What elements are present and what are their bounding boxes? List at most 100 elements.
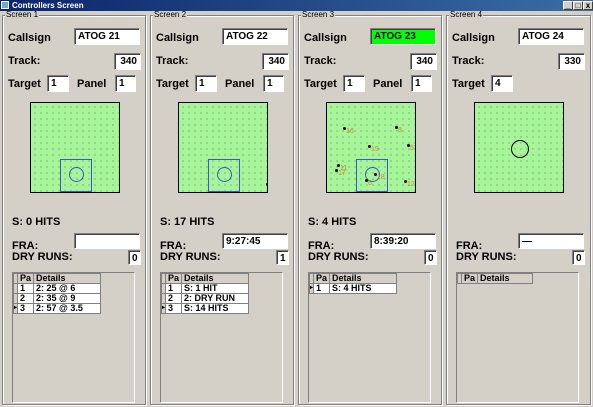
column-header-pa[interactable]: Pa (460, 273, 479, 284)
column-header-details[interactable]: Details (477, 273, 534, 284)
impact-label: 16 (346, 128, 354, 135)
row-details: 2: 35 @ 9 (33, 293, 102, 304)
column-header-pa[interactable]: Pa (17, 273, 35, 284)
table-row[interactable]: ▸ 1 S: 4 HITS (308, 283, 398, 294)
hits-summary: S: 17 HITS (160, 216, 215, 228)
row-indicator: ▸ (308, 283, 315, 294)
row-pa: 1 (17, 283, 35, 294)
target-label: Target (304, 78, 337, 90)
target-field[interactable]: 1 (343, 75, 365, 92)
hits-summary: S: 0 HITS (12, 216, 61, 228)
impact-label: 8 (398, 127, 402, 134)
impact-label: 17 (338, 170, 346, 177)
row-details: 2: 57 @ 3.5 (33, 303, 102, 314)
track-label: Track: (304, 55, 337, 67)
callsign-field[interactable]: ATOG 21 (74, 28, 140, 45)
dry-runs-label: DRY RUNS: (308, 251, 369, 263)
row-pa: 1 (313, 283, 331, 294)
dry-runs-field[interactable]: 0 (424, 250, 437, 265)
table-row[interactable]: 2 2: 35 @ 9 (12, 293, 102, 304)
panel-field[interactable]: 1 (115, 75, 136, 92)
track-label: Track: (156, 55, 189, 67)
bullseye-circle (217, 167, 232, 182)
impact-label: 6 (368, 180, 372, 187)
screen-panel-4: Screen 4 Callsign ATOG 24 Track: 330 Target 4 F… (446, 11, 591, 405)
callsign-label: Callsign (156, 32, 199, 44)
column-header-pa[interactable]: Pa (313, 273, 331, 284)
target-map[interactable]: 20 (178, 102, 268, 193)
row-details: 2: DRY RUN (181, 293, 250, 304)
table-row[interactable]: 1 S: 1 HIT (160, 283, 250, 294)
target-field[interactable]: 1 (195, 75, 217, 92)
target-map[interactable] (30, 102, 120, 193)
row-pa: 1 (165, 283, 183, 294)
target-map[interactable] (474, 102, 564, 193)
table-row[interactable]: ▸ 3 2: 57 @ 3.5 (12, 303, 102, 314)
panel-field[interactable]: 1 (411, 75, 432, 92)
panel-field[interactable]: 1 (263, 75, 284, 92)
dry-runs-label: DRY RUNS: (456, 251, 517, 263)
dry-runs-field[interactable]: 1 (276, 250, 289, 265)
impact-label: 12 (407, 181, 415, 188)
details-grid[interactable]: Pa Details 1 S: 1 HIT 2 2: DRY RUN ▸ 3 S: 14 HIT… (160, 272, 283, 403)
impact-label: 19 (371, 146, 379, 153)
window-titlebar[interactable]: Controllers Screen _ □ x (0, 0, 593, 11)
table-row[interactable]: 2 2: DRY RUN (160, 293, 250, 304)
target-label: Target (8, 78, 41, 90)
target-field[interactable]: 1 (47, 75, 69, 92)
controllers-client-area: Screen 1 Callsign ATOG 21 Track: 340 Target 1 P… (0, 11, 593, 407)
screen-panel-1: Screen 1 Callsign ATOG 21 Track: 340 Target 1 P… (2, 11, 146, 405)
screen-legend: Screen 2 (153, 10, 188, 19)
target-field[interactable]: 4 (491, 75, 513, 92)
row-pa: 3 (165, 303, 183, 314)
row-details: 2: 25 @ 6 (33, 283, 102, 294)
callsign-label: Callsign (8, 32, 51, 44)
details-grid[interactable]: Pa Details 1 2: 25 @ 6 2 2: 35 @ 9 ▸ 3 2: 57 @ 3… (12, 272, 135, 403)
row-details: S: 14 HITS (181, 303, 250, 314)
track-field[interactable]: 340 (114, 53, 141, 70)
current-row-arrow-icon: ▸ (14, 305, 18, 311)
callsign-label: Callsign (304, 32, 347, 44)
column-header-pa[interactable]: Pa (165, 273, 183, 284)
impact-dot (266, 183, 267, 186)
callsign-field[interactable]: ATOG 24 (518, 28, 584, 45)
screen-panel-3: Screen 3 Callsign ATOG 23 Track: 340 Target 1 P… (298, 11, 442, 405)
details-grid[interactable]: Pa Details (456, 272, 579, 403)
track-field[interactable]: 340 (262, 53, 289, 70)
table-row[interactable]: 1 2: 25 @ 6 (12, 283, 102, 294)
panel-label: Panel (77, 78, 107, 90)
screen-legend: Screen 3 (301, 10, 336, 19)
screen-legend: Screen 1 (5, 10, 40, 19)
table-row[interactable]: ▸ 3 S: 14 HITS (160, 303, 250, 314)
dry-runs-label: DRY RUNS: (160, 251, 221, 263)
row-indicator: ▸ (12, 303, 19, 314)
close-button[interactable]: x (583, 1, 593, 10)
dry-runs-label: DRY RUNS: (12, 251, 73, 263)
minimize-button[interactable]: _ (563, 1, 573, 10)
target-map[interactable]: 1681952111718612 (326, 102, 416, 193)
track-field[interactable]: 340 (410, 53, 437, 70)
dry-runs-field[interactable]: 0 (572, 250, 585, 265)
fra-field[interactable] (74, 233, 140, 249)
maximize-button[interactable]: □ (573, 1, 583, 10)
column-header-details[interactable]: Details (33, 273, 102, 284)
column-header-details[interactable]: Details (329, 273, 398, 284)
track-field[interactable]: 330 (558, 53, 585, 70)
column-header-details[interactable]: Details (181, 273, 250, 284)
details-grid[interactable]: Pa Details ▸ 1 S: 4 HITS (308, 272, 431, 403)
app-icon (1, 1, 9, 9)
impact-label: 52 (410, 145, 415, 152)
callsign-label: Callsign (452, 32, 495, 44)
fra-field[interactable]: 8:39:20 (370, 233, 436, 249)
row-pa: 2 (165, 293, 183, 304)
callsign-field[interactable]: ATOG 22 (222, 28, 288, 45)
fra-field[interactable]: 9:27:45 (222, 233, 288, 249)
row-pa: 3 (17, 303, 35, 314)
callsign-field[interactable]: ATOG 23 (370, 28, 436, 45)
panel-label: Panel (373, 78, 403, 90)
track-label: Track: (8, 55, 41, 67)
track-label: Track: (452, 55, 485, 67)
fra-field[interactable]: — (518, 233, 584, 249)
dry-runs-field[interactable]: 0 (128, 250, 141, 265)
row-pa: 2 (17, 293, 35, 304)
